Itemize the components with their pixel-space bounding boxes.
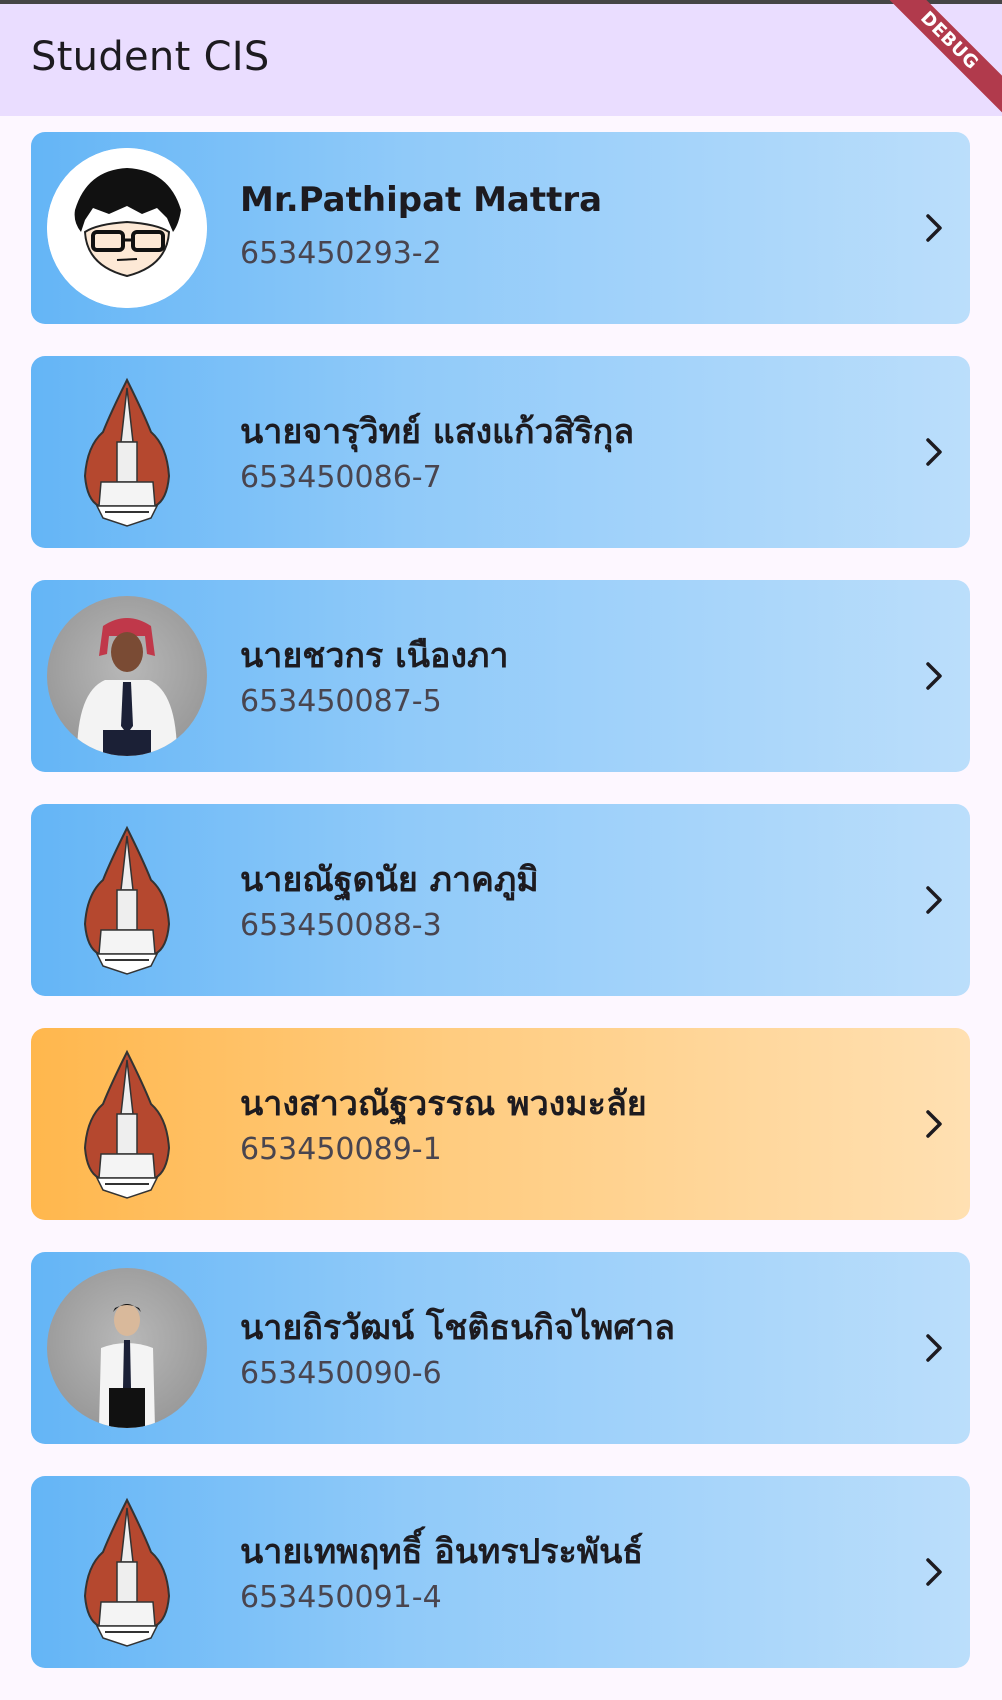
student-card[interactable]: นายณัฐดนัย ภาคภูมิ 653450088-3 [31, 804, 970, 996]
page-title: Student CIS [31, 34, 270, 80]
university-logo-icon [47, 1044, 207, 1204]
student-card[interactable]: นายจารุวิทย์ แสงแก้วสิริกุล 653450086-7 [31, 356, 970, 548]
student-name: นายเทพฤทธิ์ อินทรประพันธ์ [240, 1532, 644, 1572]
chevron-right-icon [914, 208, 954, 248]
student-name: นายจารุวิทย์ แสงแก้วสิริกุล [240, 412, 635, 452]
student-id: 653450088-3 [240, 908, 442, 943]
student-name: นางสาวณัฐวรรณ พวงมะลัย [240, 1084, 647, 1124]
student-card[interactable]: นางสาวณัฐวรรณ พวงมะลัย 653450089-1 [31, 1028, 970, 1220]
university-logo-icon [47, 372, 207, 532]
student-id: 653450087-5 [240, 684, 442, 719]
student-id: 653450090-6 [240, 1356, 442, 1391]
chevron-right-icon [914, 1104, 954, 1144]
chevron-right-icon [914, 880, 954, 920]
student-name: นายชวกร เนืองภา [240, 636, 509, 676]
chevron-right-icon [914, 1552, 954, 1592]
student-id: 653450293-2 [240, 236, 442, 271]
student-photo-icon [47, 596, 207, 756]
chevron-right-icon [914, 1328, 954, 1368]
student-card[interactable]: Mr.Pathipat Mattra 653450293-2 [31, 132, 970, 324]
university-logo-icon [47, 1492, 207, 1652]
app-bar: Student CIS [0, 4, 1002, 116]
student-card[interactable]: นายถิรวัฒน์ โชติธนกิจไพศาล 653450090-6 [31, 1252, 970, 1444]
cartoon-avatar-icon [47, 148, 207, 308]
student-name: Mr.Pathipat Mattra [240, 180, 603, 220]
student-card[interactable]: นายเทพฤทธิ์ อินทรประพันธ์ 653450091-4 [31, 1476, 970, 1668]
student-id: 653450086-7 [240, 460, 442, 495]
student-id: 653450091-4 [240, 1580, 442, 1615]
student-card[interactable]: นายชวกร เนืองภา 653450087-5 [31, 580, 970, 772]
student-list[interactable]: Mr.Pathipat Mattra 653450293-2 นายจารุวิ… [31, 132, 970, 1700]
student-name: นายณัฐดนัย ภาคภูมิ [240, 860, 539, 900]
university-logo-icon [47, 820, 207, 980]
chevron-right-icon [914, 432, 954, 472]
student-photo-icon [47, 1268, 207, 1428]
chevron-right-icon [914, 656, 954, 696]
student-id: 653450089-1 [240, 1132, 442, 1167]
student-name: นายถิรวัฒน์ โชติธนกิจไพศาล [240, 1308, 675, 1348]
